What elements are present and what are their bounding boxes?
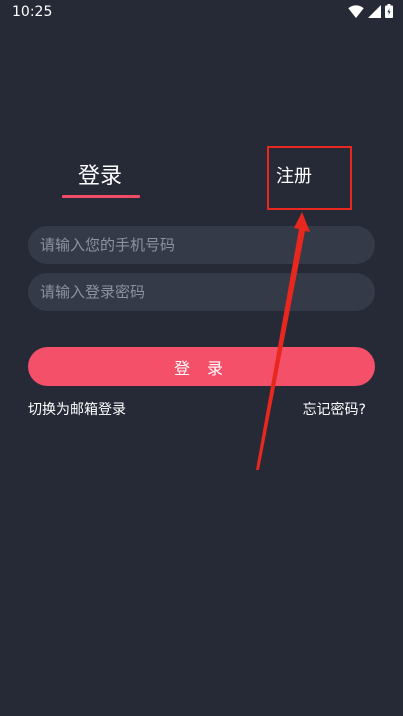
tab-login[interactable]: 登录 <box>60 160 140 194</box>
tab-login-indicator <box>62 195 140 198</box>
status-bar: 10:25 <box>0 0 403 26</box>
switch-to-email-login-link[interactable]: 切换为邮箱登录 <box>28 400 126 420</box>
annotation-highlight-box <box>267 146 352 210</box>
forgot-password-link[interactable]: 忘记密码? <box>303 400 366 420</box>
password-input[interactable] <box>28 273 375 311</box>
signal-icon <box>368 4 381 18</box>
battery-icon <box>385 4 393 18</box>
status-icons <box>348 4 393 18</box>
wifi-icon <box>348 4 364 18</box>
status-time: 10:25 <box>12 4 53 20</box>
login-button[interactable]: 登 录 <box>28 347 375 386</box>
phone-input[interactable] <box>28 226 375 264</box>
